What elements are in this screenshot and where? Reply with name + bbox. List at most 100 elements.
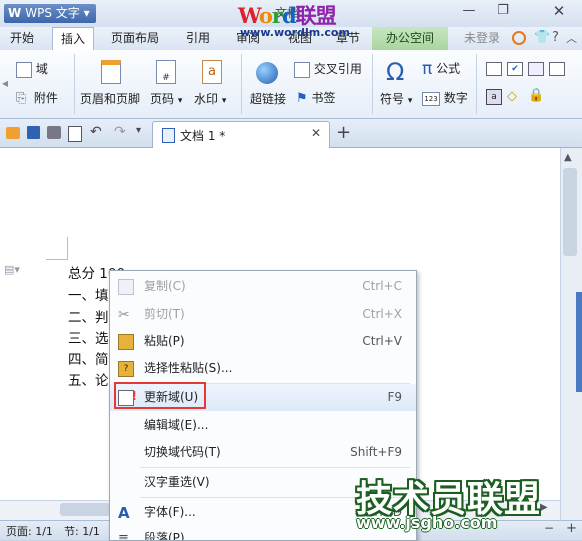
zoom-out-icon[interactable]: −: [544, 521, 554, 535]
tab-insert[interactable]: 插入: [52, 27, 94, 51]
save-icon[interactable]: [27, 126, 40, 139]
scroll-up-icon[interactable]: ▲: [564, 152, 572, 163]
field-shading-icon[interactable]: a: [486, 89, 502, 105]
ribbon-scroll-left-icon[interactable]: ◂: [2, 76, 8, 90]
field-icon: [16, 61, 32, 78]
formula-button[interactable]: π 公式: [422, 59, 460, 79]
globe-icon: [256, 62, 278, 84]
hscrollbar-thumb[interactable]: [60, 503, 110, 516]
lock-icon[interactable]: 🔒: [528, 88, 544, 103]
paste-special-icon: ?: [118, 361, 134, 377]
field-button[interactable]: 域: [16, 60, 48, 78]
font-icon: A: [118, 504, 130, 522]
ribbon-divider: [372, 54, 373, 114]
eraser-icon[interactable]: ◇: [507, 89, 517, 104]
paragraph-handle-icon[interactable]: ▤▾: [4, 263, 20, 276]
redo-icon[interactable]: ↷: [114, 124, 126, 140]
chevron-down-icon: ▾: [407, 96, 413, 106]
page-number-button[interactable]: 页码 ▾: [150, 90, 182, 107]
minimize-button[interactable]: —: [458, 2, 480, 20]
login-status[interactable]: 未登录: [460, 27, 504, 50]
omega-symbol-icon: Ω: [386, 58, 405, 86]
collapse-ribbon-icon[interactable]: ︿: [566, 30, 577, 46]
ribbon-divider: [74, 54, 75, 114]
cross-reference-icon: [294, 61, 310, 78]
dropdown-form-icon[interactable]: [528, 62, 544, 76]
restore-button[interactable]: ❐: [492, 2, 514, 20]
watermark-url: www.wordlm.com: [240, 26, 350, 39]
paste-icon: [118, 334, 134, 350]
tab-office-space[interactable]: 办公空间: [372, 27, 448, 50]
header-footer-button[interactable]: 页眉和页脚: [80, 90, 140, 107]
paperclip-icon: ⎘: [16, 90, 27, 106]
margin-corner-mark: [46, 259, 68, 260]
menu-item-paste[interactable]: 粘贴(P) Ctrl+V: [110, 328, 416, 355]
tab-page-layout[interactable]: 页面布局: [104, 27, 166, 50]
customize-toolbar-icon[interactable]: ▾: [136, 125, 141, 136]
menu-item-edit-field[interactable]: 编辑域(E)...: [110, 412, 416, 439]
chevron-down-icon: ▾: [83, 6, 90, 20]
highlight-annotation-box: [114, 382, 206, 409]
new-tab-button[interactable]: +: [336, 122, 351, 143]
doc-line: 二、判: [68, 310, 109, 326]
print-preview-icon[interactable]: [68, 126, 82, 142]
hyperlink-button[interactable]: 超链接: [250, 90, 286, 107]
attachment-button[interactable]: ⎘ 附件: [16, 89, 58, 106]
menu-item-paste-special[interactable]: ? 选择性粘贴(S)...: [110, 355, 416, 382]
number-button[interactable]: 123 数字: [422, 89, 468, 106]
menu-item-toggle-field-codes[interactable]: 切换域代码(T) Shift+F9: [110, 439, 416, 466]
zoom-in-icon[interactable]: +: [566, 521, 577, 536]
document-icon: [162, 128, 175, 143]
header-footer-icon: [101, 60, 121, 84]
section-indicator: 节: 1/1: [64, 525, 100, 538]
copy-icon: [118, 279, 134, 295]
print-icon[interactable]: [47, 126, 61, 139]
watermark-button[interactable]: 水印 ▾: [194, 90, 226, 107]
watermark-icon: a: [202, 60, 222, 84]
text-field-icon[interactable]: [486, 62, 502, 76]
ribbon: [0, 50, 582, 119]
close-window-button[interactable]: ✕: [548, 2, 570, 20]
tab-home[interactable]: 开始: [4, 27, 40, 50]
form-table-icon[interactable]: [549, 62, 565, 76]
ribbon-divider: [476, 54, 477, 114]
app-logo: W: [8, 6, 22, 20]
cross-reference-button[interactable]: 交叉引用: [294, 60, 362, 78]
menu-item-copy[interactable]: 复制(C) Ctrl+C: [110, 273, 416, 300]
refresh-icon[interactable]: [512, 31, 526, 45]
watermark-site-url: www.jsgho.com: [356, 513, 498, 532]
pi-icon: π: [422, 59, 433, 79]
document-tab[interactable]: [152, 121, 330, 148]
help-icon[interactable]: ?: [552, 30, 559, 45]
margin-corner-mark: [67, 237, 68, 259]
menu-item-cut[interactable]: ✂ 剪切(T) Ctrl+X: [110, 301, 416, 328]
doc-line: 四、简: [68, 352, 109, 368]
open-folder-icon[interactable]: [6, 127, 20, 139]
undo-icon[interactable]: ↶: [90, 124, 102, 140]
side-panel-toggle[interactable]: [576, 292, 582, 392]
app-menu-button[interactable]: W WPS 文字 ▾: [4, 4, 96, 23]
ribbon-divider: [241, 54, 242, 114]
number-icon: 123: [422, 91, 440, 106]
scrollbar-thumb[interactable]: [563, 168, 577, 256]
tab-references[interactable]: 引用: [180, 27, 216, 50]
chevron-down-icon: ▾: [221, 96, 227, 106]
skin-icon[interactable]: 👕: [534, 30, 550, 45]
doc-line: 三、选: [68, 331, 109, 347]
chevron-down-icon: ▾: [177, 96, 183, 106]
close-tab-icon[interactable]: ✕: [311, 126, 321, 140]
page-number-icon: #: [156, 60, 176, 84]
scissors-icon: ✂: [118, 307, 130, 323]
bookmark-flag-icon: ⚑: [296, 91, 308, 106]
scroll-right-icon[interactable]: ▶: [540, 502, 548, 513]
paragraph-icon: ≡: [118, 531, 129, 541]
menu-separator: [140, 467, 410, 468]
page-indicator: 页面: 1/1: [6, 525, 53, 538]
symbol-button[interactable]: 符号 ▾: [380, 90, 412, 107]
doc-line: 五、论: [68, 373, 109, 389]
doc-line: 一、填: [68, 288, 109, 304]
bookmark-button[interactable]: ⚑ 书签: [296, 89, 336, 106]
document-tab-label: 文档 1 *: [180, 129, 226, 143]
checkbox-icon[interactable]: ✔: [507, 62, 523, 76]
app-title: WPS 文字: [25, 6, 80, 20]
